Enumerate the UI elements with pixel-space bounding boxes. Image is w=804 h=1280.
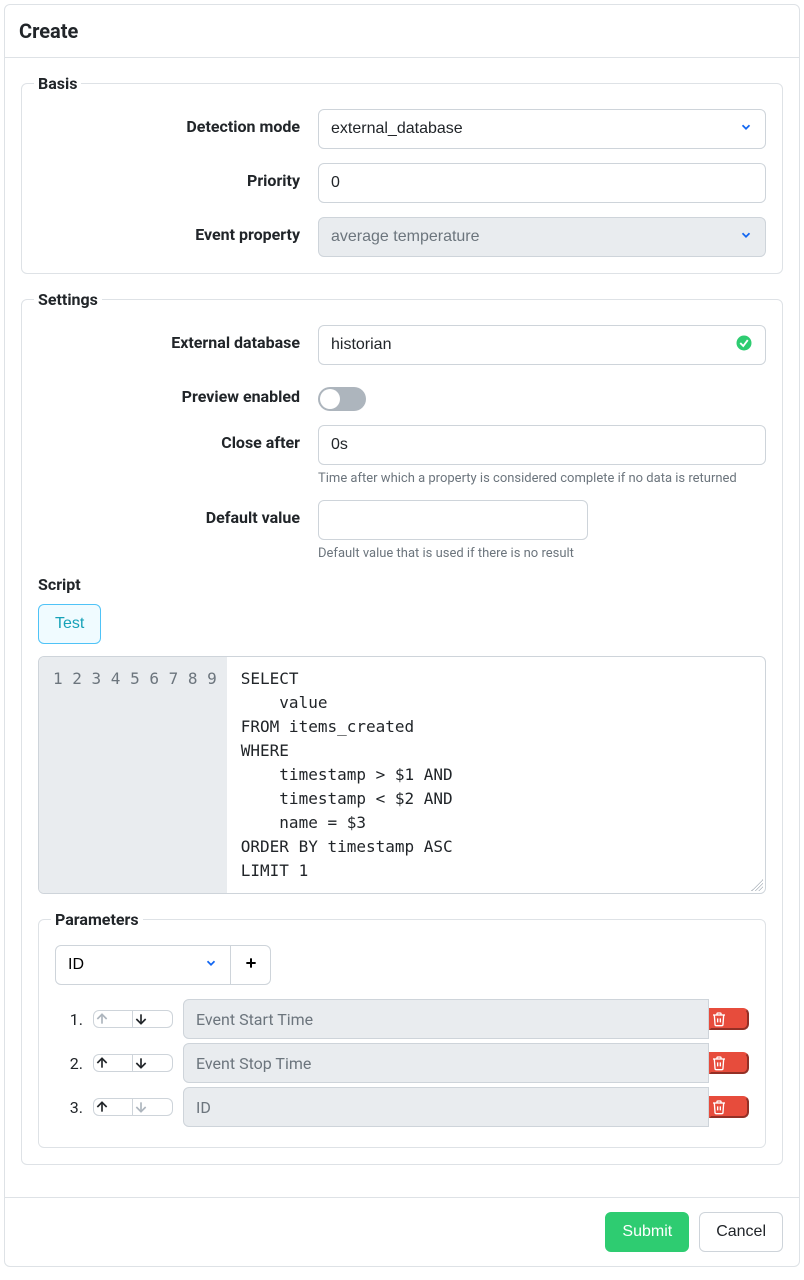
priority-label: Priority	[38, 163, 318, 190]
settings-fieldset: Settings External database historian Pre…	[21, 290, 783, 1165]
parameter-number: 3.	[55, 1098, 83, 1117]
default-value-input[interactable]	[318, 500, 588, 540]
detection-mode-label: Detection mode	[38, 109, 318, 136]
preview-enabled-label: Preview enabled	[38, 379, 318, 406]
cancel-button[interactable]: Cancel	[699, 1212, 783, 1252]
event-property-label: Event property	[38, 217, 318, 244]
modal-footer: Submit Cancel	[5, 1197, 799, 1266]
parameters-fieldset: Parameters ID 1. Event Start Time 2.	[38, 910, 766, 1148]
chevron-down-icon	[739, 228, 753, 247]
default-value-help: Default value that is used if there is n…	[318, 546, 588, 561]
chevron-down-icon	[204, 956, 218, 975]
close-after-help: Time after which a property is considere…	[318, 471, 766, 486]
arrow-up-icon	[94, 1099, 132, 1115]
parameter-row: 1. Event Start Time	[55, 999, 749, 1039]
code-content[interactable]: SELECT value FROM items_created WHERE ti…	[227, 657, 765, 893]
basis-fieldset: Basis Detection mode external_database P…	[21, 74, 783, 274]
settings-legend: Settings	[34, 290, 102, 309]
parameter-type-select[interactable]: ID	[55, 945, 231, 985]
add-parameter-button[interactable]	[231, 945, 271, 985]
chevron-down-icon	[739, 120, 753, 139]
event-property-select[interactable]: average temperature	[318, 217, 766, 257]
basis-legend: Basis	[34, 74, 81, 93]
toggle-knob	[320, 389, 340, 409]
default-value-label: Default value	[38, 500, 318, 527]
preview-enabled-toggle[interactable]	[318, 387, 366, 411]
move-down-button[interactable]	[133, 1054, 173, 1072]
parameter-row: 3. ID	[55, 1087, 749, 1127]
move-down-button	[133, 1098, 173, 1116]
arrow-down-icon	[133, 1011, 172, 1027]
modal-title: Create	[19, 19, 785, 43]
detection-mode-select[interactable]: external_database	[318, 109, 766, 149]
arrow-up-icon	[94, 1055, 132, 1071]
create-modal: Create Basis Detection mode external_dat…	[4, 4, 800, 1267]
delete-parameter-button[interactable]	[709, 1096, 749, 1118]
detection-mode-value: external_database	[331, 120, 463, 138]
trash-icon	[711, 1098, 747, 1116]
parameter-number: 1.	[55, 1010, 83, 1029]
parameter-list: 1. Event Start Time 2. Event Stop Time 3. ID	[55, 999, 749, 1127]
move-up-button	[93, 1010, 133, 1028]
trash-icon	[711, 1054, 747, 1072]
arrow-up-icon	[94, 1011, 132, 1027]
parameter-value: ID	[183, 1087, 709, 1127]
script-label: Script	[38, 575, 766, 594]
external-database-select[interactable]: historian	[318, 325, 766, 365]
submit-button[interactable]: Submit	[605, 1212, 689, 1252]
modal-body: Basis Detection mode external_database P…	[5, 58, 799, 1197]
code-gutter: 1 2 3 4 5 6 7 8 9	[39, 657, 227, 893]
modal-header: Create	[5, 5, 799, 58]
parameters-legend: Parameters	[51, 910, 143, 929]
external-database-value: historian	[331, 336, 391, 354]
check-circle-icon	[735, 334, 753, 357]
parameter-number: 2.	[55, 1054, 83, 1073]
event-property-value: average temperature	[331, 228, 480, 246]
move-up-button[interactable]	[93, 1054, 133, 1072]
arrow-down-icon	[133, 1099, 172, 1115]
parameter-type-value: ID	[68, 956, 84, 974]
trash-icon	[711, 1010, 747, 1028]
resize-handle[interactable]	[751, 879, 763, 891]
move-down-button[interactable]	[133, 1010, 173, 1028]
plus-icon	[243, 954, 259, 977]
parameter-value: Event Start Time	[183, 999, 709, 1039]
priority-input[interactable]	[318, 163, 766, 203]
script-editor[interactable]: 1 2 3 4 5 6 7 8 9 SELECT value FROM item…	[38, 656, 766, 894]
close-after-label: Close after	[38, 425, 318, 452]
parameter-row: 2. Event Stop Time	[55, 1043, 749, 1083]
delete-parameter-button[interactable]	[709, 1008, 749, 1030]
test-button[interactable]: Test	[38, 604, 101, 644]
arrow-down-icon	[133, 1055, 172, 1071]
move-up-button[interactable]	[93, 1098, 133, 1116]
parameter-value: Event Stop Time	[183, 1043, 709, 1083]
external-database-label: External database	[38, 325, 318, 352]
delete-parameter-button[interactable]	[709, 1052, 749, 1074]
close-after-input[interactable]	[318, 425, 766, 465]
